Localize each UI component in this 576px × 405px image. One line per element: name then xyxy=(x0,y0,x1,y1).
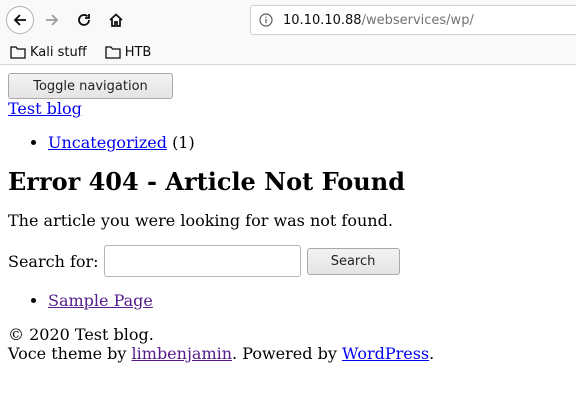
address-bar[interactable]: 10.10.10.88/webservices/wp/ xyxy=(250,5,576,35)
category-list: Uncategorized (1) xyxy=(8,133,568,153)
reload-button[interactable] xyxy=(70,6,98,34)
bookmark-folder-kali-stuff[interactable]: Kali stuff xyxy=(10,45,87,60)
page-content: Toggle navigation Test blog Uncategorize… xyxy=(0,65,576,363)
browser-toolbar: 10.10.10.88/webservices/wp/ xyxy=(0,0,576,40)
back-button[interactable] xyxy=(6,6,34,34)
arrow-right-icon xyxy=(46,14,59,26)
footer-copyright: © 2020 Test blog. xyxy=(8,325,154,344)
list-item: Sample Page xyxy=(48,291,568,311)
home-button[interactable] xyxy=(102,6,130,34)
reload-icon xyxy=(78,14,90,26)
powered-prefix: . Powered by xyxy=(232,344,342,363)
wordpress-link[interactable]: WordPress xyxy=(342,344,429,363)
folder-icon xyxy=(105,46,121,59)
page-link-sample-page[interactable]: Sample Page xyxy=(48,291,153,310)
site-title-link[interactable]: Test blog xyxy=(8,99,568,119)
home-icon xyxy=(109,13,123,27)
theme-author-link[interactable]: limbenjamin xyxy=(132,344,233,363)
bookmark-label: HTB xyxy=(124,44,152,60)
toggle-navigation-button[interactable]: Toggle navigation xyxy=(8,73,173,99)
category-link-uncategorized[interactable]: Uncategorized xyxy=(48,133,167,152)
forward-button[interactable] xyxy=(38,6,66,34)
url-text[interactable]: 10.10.10.88/webservices/wp/ xyxy=(283,13,474,28)
footer-credits: Voce theme by limbenjamin. Powered by Wo… xyxy=(8,344,568,363)
footer: © 2020 Test blog. Voce theme by limbenja… xyxy=(8,325,568,363)
bookmark-label: Kali stuff xyxy=(30,44,87,60)
search-button[interactable]: Search xyxy=(306,247,400,275)
folder-icon xyxy=(10,46,26,59)
url-host: 10.10.10.88 xyxy=(283,12,362,28)
list-item: Uncategorized (1) xyxy=(48,133,568,153)
info-icon[interactable] xyxy=(259,13,273,27)
error-message: The article you were looking for was not… xyxy=(8,211,393,230)
search-form: Search for: Search xyxy=(8,245,568,277)
bookmark-folder-htb[interactable]: HTB xyxy=(105,44,152,60)
bookmarks-bar: Kali stuff HTB xyxy=(0,40,576,65)
arrow-left-icon xyxy=(13,14,26,26)
powered-suffix: . xyxy=(429,344,435,363)
url-path: /webservices/wp/ xyxy=(361,12,474,28)
category-count: (1) xyxy=(172,133,195,152)
pages-list: Sample Page xyxy=(8,291,568,311)
theme-prefix: Voce theme by xyxy=(8,344,132,363)
search-input[interactable] xyxy=(103,245,301,277)
search-label: Search for: xyxy=(8,251,99,271)
page-title: Error 404 - Article Not Found xyxy=(8,167,405,196)
